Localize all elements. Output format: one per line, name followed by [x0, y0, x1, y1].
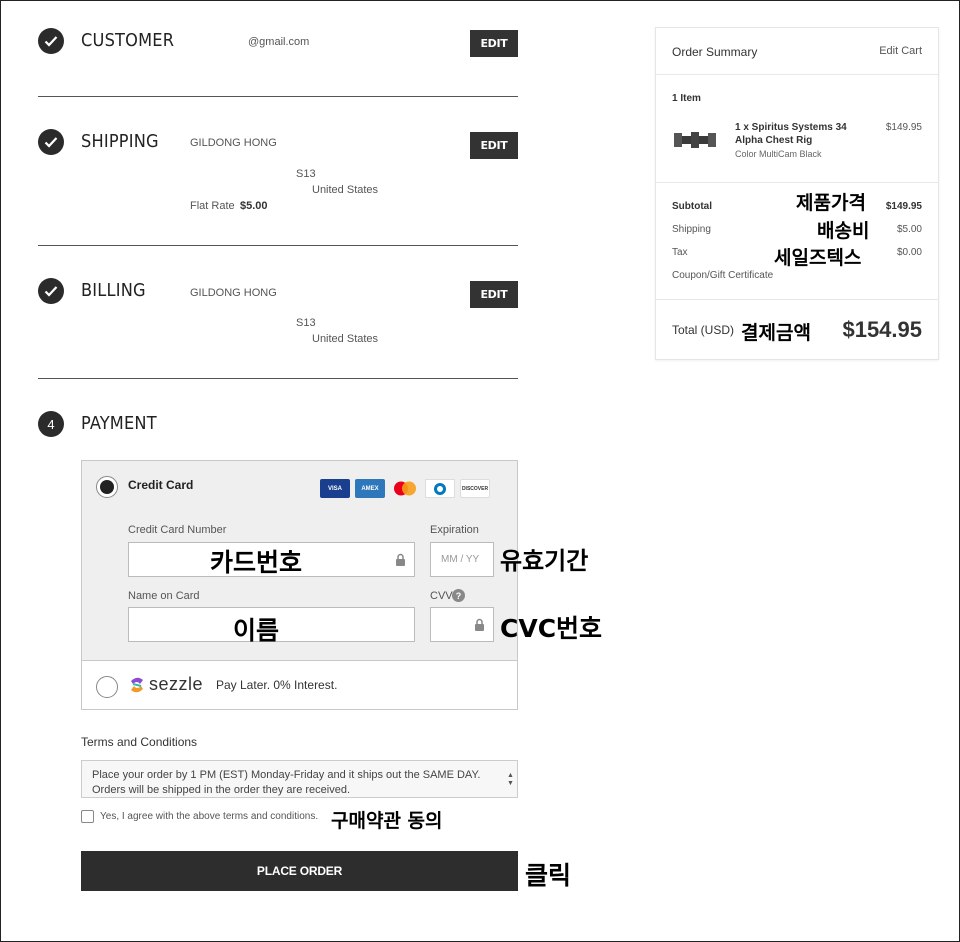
tax-label: Tax	[672, 247, 688, 258]
card-number-label: Credit Card Number	[128, 524, 227, 536]
tax-value: $0.00	[896, 247, 922, 258]
shipping-rate-value: $5.00	[240, 200, 268, 212]
annotation-click: 클릭	[525, 861, 572, 890]
shipping-name: GILDONG HONG	[190, 137, 277, 149]
credit-card-label: Credit Card	[128, 478, 194, 492]
customer-step-title: CUSTOMER	[81, 30, 175, 51]
sezzle-logo-icon	[128, 675, 146, 700]
cvv-input[interactable]	[430, 607, 494, 642]
edit-billing-button[interactable]: EDIT	[470, 281, 518, 308]
billing-step-title: BILLING	[81, 280, 146, 301]
edit-customer-button[interactable]: EDIT	[470, 30, 518, 57]
place-order-button[interactable]: PLACE ORDER	[81, 851, 518, 891]
annotation-expiry: 유효기간	[500, 547, 589, 575]
shipping-value: $5.00	[896, 224, 922, 235]
annotation-name: 이름	[233, 616, 280, 645]
lock-icon	[475, 618, 484, 631]
annotation-shipping-fee: 배송비	[817, 220, 870, 242]
separator	[656, 299, 938, 300]
scrollbar[interactable]: ▲ ▼	[507, 772, 514, 788]
diners-icon	[425, 479, 455, 498]
annotation-product-price: 제품가격	[796, 192, 866, 214]
agree-label: Yes, I agree with the above terms and co…	[100, 811, 319, 822]
item-price: $149.95	[885, 122, 922, 133]
lock-icon	[396, 553, 405, 566]
separator	[656, 74, 938, 75]
subtotal-value: $149.95	[885, 201, 922, 212]
expiration-placeholder: MM / YY	[441, 554, 480, 565]
item-name-line: 1 x Spiritus Systems 34	[735, 122, 847, 133]
discover-icon: DISCOVER	[460, 479, 490, 498]
payment-step-number: 4	[38, 411, 64, 437]
agree-checkbox[interactable]	[81, 810, 94, 823]
help-icon[interactable]: ?	[452, 589, 465, 602]
shipping-country: United States	[312, 184, 379, 196]
sezzle-brand: sezzle	[149, 674, 204, 694]
credit-card-radio[interactable]	[96, 476, 118, 498]
amex-icon: AMEX	[355, 479, 385, 498]
separator	[656, 182, 938, 183]
annotation-payment-amount: 결제금액	[741, 322, 811, 344]
sezzle-radio[interactable]	[96, 676, 118, 698]
divider	[38, 245, 518, 246]
shipping-rate-label: Flat Rate	[190, 200, 235, 212]
customer-email: @gmail.com	[248, 36, 310, 48]
annotation-card-number: 카드번호	[210, 548, 303, 577]
terms-line: Place your order by 1 PM (EST) Monday-Fr…	[92, 769, 481, 781]
total-value: $154.95	[842, 317, 922, 342]
item-count: 1 Item	[672, 93, 701, 104]
terms-heading: Terms and Conditions	[81, 735, 198, 749]
item-name: 1 x Spiritus Systems 34 Alpha Chest Rig	[735, 121, 847, 147]
annotation-cvc: CVC번호	[500, 614, 603, 643]
shipping-address-line: S13	[296, 168, 316, 180]
edit-cart-link[interactable]: Edit Cart	[879, 45, 922, 57]
shipping-step-title: SHIPPING	[81, 131, 159, 152]
annotation-agree-terms: 구매약관 동의	[331, 810, 443, 832]
sezzle-tagline: Pay Later. 0% Interest.	[216, 678, 338, 692]
billing-address-line: S13	[296, 317, 316, 329]
annotation-sales-tax: 세일즈텍스	[774, 247, 862, 269]
visa-icon: VISA	[320, 479, 350, 498]
expiration-label: Expiration	[430, 524, 479, 536]
check-icon	[38, 129, 64, 155]
subtotal-label: Subtotal	[672, 201, 712, 212]
expiration-input[interactable]: MM / YY	[430, 542, 494, 577]
coupon-link[interactable]: Coupon/Gift Certificate	[672, 270, 773, 281]
product-thumbnail	[672, 130, 718, 155]
terms-textarea[interactable]: Place your order by 1 PM (EST) Monday-Fr…	[81, 760, 518, 798]
edit-shipping-button[interactable]: EDIT	[470, 132, 518, 159]
divider	[38, 96, 518, 97]
item-option: Color MultiCam Black	[735, 149, 822, 159]
cvv-label: CVV	[430, 590, 453, 602]
name-on-card-label: Name on Card	[128, 590, 200, 602]
billing-name: GILDONG HONG	[190, 287, 277, 299]
check-icon	[38, 278, 64, 304]
payment-step-title: PAYMENT	[81, 413, 157, 434]
shipping-label: Shipping	[672, 224, 711, 235]
check-icon	[38, 28, 64, 54]
mastercard-icon	[390, 479, 420, 498]
billing-country: United States	[312, 333, 379, 345]
terms-line: Orders will be shipped in the order they…	[92, 784, 351, 796]
divider	[38, 378, 518, 379]
total-label: Total (USD)	[672, 323, 735, 337]
item-name-line: Alpha Chest Rig	[735, 135, 813, 146]
order-summary-title: Order Summary	[672, 45, 758, 59]
